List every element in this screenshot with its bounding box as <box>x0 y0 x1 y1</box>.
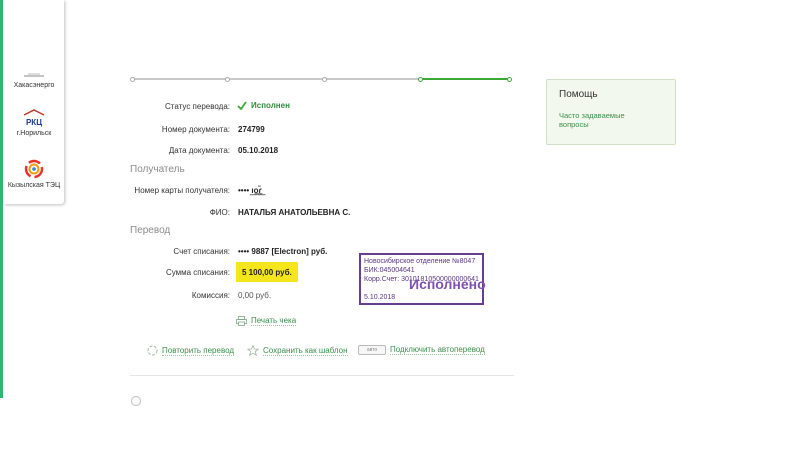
status-text: Исполнен <box>251 101 290 110</box>
progress-current-segment <box>420 78 510 80</box>
repeat-transfer-button[interactable]: Повторить перевод <box>147 345 235 356</box>
transfer-section-title: Перевод <box>130 225 171 236</box>
printer-icon <box>236 316 247 326</box>
left-accent-strip <box>0 0 3 398</box>
step-dot <box>322 77 327 82</box>
partner-logos-panel: Хакасэнерго РКЦ г.Норильск Кызылская ТЭЦ <box>4 0 64 204</box>
doc-date-value: 05.10.2018 <box>238 146 279 155</box>
save-template-label: Сохранить как шаблон <box>263 345 348 356</box>
step-dot <box>225 77 230 82</box>
step-dot <box>130 77 135 82</box>
help-panel: Помощь Часто задаваемые вопросы <box>546 79 676 145</box>
step-dot-active <box>507 77 512 82</box>
partner-name: г.Норильск <box>16 130 52 137</box>
kyzyl-tec-logo-icon <box>24 159 44 179</box>
doc-date-label: Дата документа: <box>168 146 230 155</box>
fee-label: Комиссия: <box>191 291 230 300</box>
repeat-icon <box>147 345 158 356</box>
step-dot-active <box>418 77 423 82</box>
divider <box>130 375 514 376</box>
partner-name: Кызылская ТЭЦ <box>7 182 61 189</box>
amount-value: 5 100,00 руб. <box>242 268 292 277</box>
status-value: Исполнен <box>237 101 290 110</box>
help-title: Помощь <box>559 89 598 100</box>
faq-link[interactable]: Часто задаваемые вопросы <box>559 111 639 129</box>
amount-label: Сумма списания: <box>165 268 230 277</box>
partial-circle-icon <box>131 396 141 406</box>
hakasenergo-logo-icon <box>24 73 44 77</box>
doc-number-label: Номер документа: <box>161 125 230 134</box>
stamp-bik: БИК:045004641 <box>364 267 415 274</box>
partner-rkc-norilsk[interactable]: РКЦ г.Норильск <box>4 108 64 137</box>
account-label: Счет списания: <box>173 247 230 256</box>
auto-badge-icon: авто <box>358 345 386 355</box>
doc-number-value: 274799 <box>238 125 265 134</box>
bank-stamp: Новосибирское отделение №8047 БИК:045004… <box>359 253 486 305</box>
recipient-section-title: Получатель <box>130 164 185 175</box>
autopay-label: Подключить автоперевод <box>390 345 485 355</box>
recipient-name-value: НАТАЛЬЯ АНАТОЛЬЕВНА С. <box>238 208 351 217</box>
checkmark-icon <box>237 101 247 110</box>
stamp-branch: Новосибирское отделение №8047 <box>364 258 476 265</box>
rkc-logo-icon: РКЦ <box>23 109 45 127</box>
progress-track <box>132 78 422 80</box>
partner-name: Хакасэнерго <box>13 82 55 89</box>
card-number-value: •••• ı͟o͟ɾ͟͏̃ <box>238 186 262 195</box>
progress-stepper <box>130 77 512 83</box>
repeat-transfer-label: Повторить перевод <box>162 345 235 356</box>
rkc-logo-text: РКЦ <box>26 118 42 127</box>
recipient-name-label: ФИО: <box>209 208 230 217</box>
autopay-button[interactable]: авто Подключить автоперевод <box>358 345 485 355</box>
partner-hakasenergo[interactable]: Хакасэнерго <box>4 70 64 89</box>
card-number-label: Номер карты получателя: <box>134 186 230 195</box>
star-icon <box>247 345 259 356</box>
save-template-button[interactable]: Сохранить как шаблон <box>247 345 348 356</box>
partner-kyzyl-tec[interactable]: Кызылская ТЭЦ <box>4 158 64 189</box>
print-receipt-link[interactable]: Печать чека <box>236 316 297 326</box>
account-value: •••• 9887 [Electron] руб. <box>238 247 328 256</box>
fee-value: 0,00 руб. <box>238 291 272 300</box>
stamp-date: 5.10.2018 <box>364 294 396 301</box>
print-receipt-label: Печать чека <box>251 316 297 326</box>
stamp-executed: Исполнено <box>409 276 486 292</box>
status-label: Статус перевода: <box>165 102 230 111</box>
